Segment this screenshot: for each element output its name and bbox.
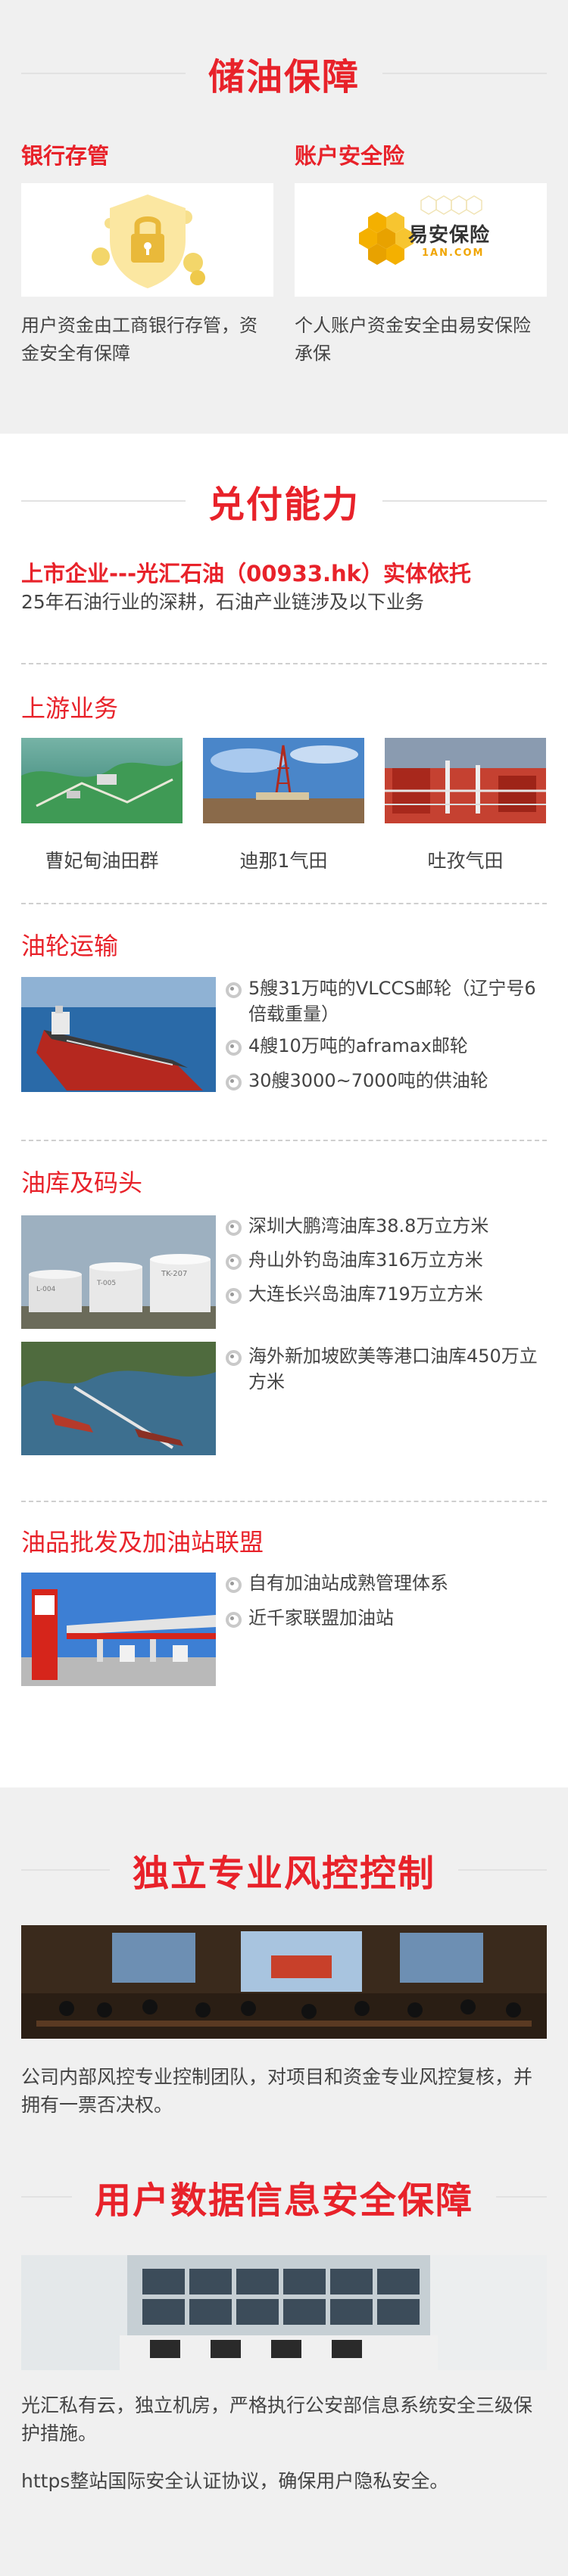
listed-company-highlight: 上市企业---光汇石油（00933.hk）实体依托 [21, 561, 471, 586]
dina-gasfield-photo [203, 738, 364, 823]
data-security-desc-https: https整站国际安全认证协议，确保用户隐私安全。 [21, 2470, 449, 2492]
account-insurance-card: 账户安全险 易安保险 1AN.COM 个人账户资金安全由易安保险承保 [295, 141, 547, 368]
risk-desc: 公司内部风控专业控制团队，对项目和资金专业风控复核，并拥有一票否决权。 [21, 2066, 533, 2116]
bank-custody-heading: 银行存管 [21, 143, 110, 169]
divider [21, 663, 547, 664]
shipping-bullet-supply: 30艘3000~7000吨的供油轮 [226, 1068, 551, 1094]
yian-logo: 易安保险 1AN.COM [295, 183, 547, 297]
shipping-bullet-aframax: 4艘10万吨的aframax邮轮 [226, 1033, 551, 1059]
tank-label: T-005 [96, 1280, 116, 1287]
tuzi-gasfield-photo [385, 738, 546, 823]
shipping-title: 油轮运输 [21, 932, 119, 960]
depot-bullet-dalian: 大连长兴岛油库719万立方米 [226, 1281, 551, 1307]
risk-meeting-photo [21, 1925, 547, 2039]
caofeidian-caption: 曹妃甸油田群 [45, 850, 159, 872]
gas-station-photo [21, 1573, 216, 1686]
bank-custody-desc: 用户资金由工商银行存管，资金安全有保障 [21, 315, 257, 364]
lock-shield-icon [21, 183, 273, 297]
storage-title: 储油保障 [0, 47, 568, 100]
depot-bullet-overseas: 海外新加坡欧美等港口油库450万立方米 [226, 1343, 551, 1395]
tank-label: L-004 [36, 1286, 56, 1293]
oil-tanker-photo [21, 977, 216, 1092]
account-insurance-desc: 个人账户资金安全由易安保险承保 [295, 315, 531, 364]
account-insurance-heading: 账户安全险 [295, 143, 405, 169]
payment-title: 兑付能力 [0, 474, 568, 527]
server-room-photo [21, 2255, 547, 2370]
data-security-desc-private-cloud: 光汇私有云，独立机房，严格执行公安部信息系统安全三级保护措施。 [21, 2394, 533, 2444]
bank-custody-card: 银行存管 用户资金由工商银行存管，资金安全有保障 [21, 141, 273, 368]
caofeidian-oilfield-photo [21, 738, 183, 823]
industry-intro: 25年石油行业的深耕，石油产业链涉及以下业务 [21, 591, 424, 613]
divider [21, 1140, 547, 1141]
data-security-title: 用户数据信息安全保障 [0, 2170, 568, 2223]
yian-logo-cn: 易安保险 [408, 224, 491, 247]
depot-title: 油库及码头 [21, 1168, 143, 1197]
tuzi-caption: 吐孜气田 [427, 850, 504, 872]
risk-security-section: 独立专业风控控制 公司内部风控专业控制团队，对项目和资金专业风控复核，并拥有一票… [0, 1787, 568, 2576]
wholesale-bullet-own-stations: 自有加油站成熟管理体系 [226, 1570, 551, 1596]
payment-section: 兑付能力 上市企业---光汇石油（00933.hk）实体依托 25年石油行业的深… [0, 434, 568, 1787]
wholesale-bullet-alliance: 近千家联盟加油站 [226, 1605, 551, 1631]
storage-cards: 银行存管 用户资金由工商银行存管，资金安全有保障 账户安全险 易安保险 1AN.… [21, 141, 547, 368]
tank-label: TK-207 [161, 1270, 187, 1278]
harbor-pier-photo [21, 1342, 216, 1455]
wholesale-title: 油品批发及加油站联盟 [21, 1528, 264, 1557]
divider [21, 903, 547, 904]
shipping-bullet-vlcc: 5艘31万吨的VLCCS邮轮（辽宁号6倍载重量） [226, 975, 551, 1027]
upstream-title: 上游业务 [21, 694, 119, 723]
dina-caption: 迪那1气田 [239, 850, 328, 872]
yian-logo-en: 1AN.COM [422, 247, 485, 259]
oil-tanks-photo: L-004 T-005 TK-207 [21, 1215, 216, 1329]
storage-section: 储油保障 银行存管 用户资金由工商银行存管，资金安全有保障 账户安全险 易安保险… [0, 0, 568, 434]
depot-bullet-dapeng: 深圳大鹏湾油库38.8万立方米 [226, 1213, 551, 1239]
depot-bullet-zhoushan: 舟山外钓岛油库316万立方米 [226, 1247, 551, 1273]
risk-title: 独立专业风控控制 [0, 1843, 568, 1896]
divider [21, 1501, 547, 1502]
